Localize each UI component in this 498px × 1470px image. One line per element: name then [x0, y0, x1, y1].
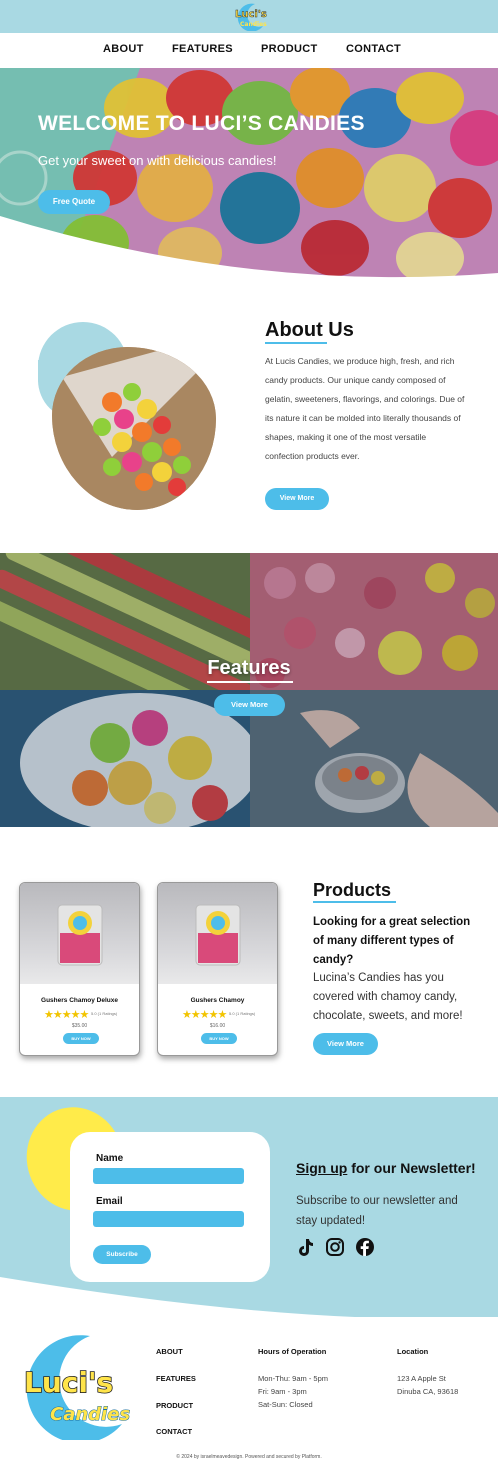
product-price: $16.00 [209, 1023, 226, 1029]
hero-candy-image [0, 68, 498, 283]
instagram-icon[interactable] [325, 1237, 345, 1257]
newsletter-body: Subscribe to our newsletter and stay upd… [296, 1195, 458, 1227]
rating-stars-icon: ★★★★★ [44, 1009, 89, 1021]
location-city: Dinuba CA, 93618 [397, 1387, 459, 1396]
products-view-more-button[interactable]: View More [313, 1033, 378, 1055]
nav-features[interactable]: FEATURES [172, 43, 233, 55]
features-view-more-button[interactable]: View More [214, 694, 285, 716]
features-collage-image [0, 553, 498, 827]
hours-fri: Fri: 9am - 3pm [258, 1387, 307, 1396]
newsletter-heading: Sign up for our Newsletter! [296, 1160, 476, 1176]
product-name: Gushers Chamoy Deluxe [41, 997, 118, 1004]
nav-contact[interactable]: CONTACT [346, 43, 401, 55]
about-heading: About Us [265, 319, 354, 341]
features-heading-underline [207, 681, 293, 683]
tiktok-icon[interactable] [295, 1237, 315, 1257]
rating-count: 5.0 (1 Ratings) [91, 1011, 118, 1016]
features-section: Features View More [0, 553, 498, 827]
product-card-2[interactable]: Gushers Chamoy ★★★★★ 5.0 (1 Ratings) $16… [157, 882, 278, 1056]
product-image [20, 883, 139, 984]
products-body: Lucina’s Candies has you covered with ch… [313, 972, 463, 1022]
email-input[interactable] [93, 1211, 244, 1227]
products-heading-underline [313, 901, 396, 903]
footer-link-features[interactable]: FEATURES [156, 1374, 196, 1383]
free-quote-button[interactable]: Free Quote [38, 190, 110, 214]
location-heading: Location [397, 1347, 429, 1356]
about-candy-image [52, 347, 216, 510]
svg-text:Luci's: Luci's [235, 9, 267, 20]
about-body: At Lucis Candies, we produce high, fresh… [265, 356, 465, 461]
hours-sat-sun: Sat-Sun: Closed [258, 1400, 313, 1409]
footer-link-about[interactable]: ABOUT [156, 1347, 183, 1356]
svg-text:Luci's: Luci's [24, 1366, 113, 1399]
rating-stars-icon: ★★★★★ [182, 1009, 227, 1021]
email-label: Email [96, 1196, 123, 1207]
product-price: $35.00 [71, 1023, 88, 1029]
hero-subtitle: Get your sweet on with delicious candies… [38, 153, 277, 168]
product-name: Gushers Chamoy [190, 997, 245, 1004]
name-input[interactable] [93, 1168, 244, 1184]
product-image [158, 883, 277, 984]
features-heading: Features [207, 657, 291, 679]
products-heading: Products [313, 880, 392, 900]
name-label: Name [96, 1153, 124, 1164]
hero-section: WELCOME TO LUCI’S CANDIES Get your sweet… [0, 68, 498, 283]
svg-text:Candies: Candies [240, 21, 267, 28]
hours-heading: Hours of Operation [258, 1347, 327, 1356]
about-view-more-button[interactable]: View More [265, 488, 329, 510]
newsletter-heading-underlined: Sign up [296, 1160, 348, 1176]
buy-now-button[interactable]: BUY NOW [201, 1033, 237, 1044]
main-nav: ABOUT FEATURES PRODUCT CONTACT [0, 33, 498, 68]
subscribe-button[interactable]: Subscribe [93, 1245, 151, 1264]
facebook-icon[interactable] [355, 1237, 375, 1257]
about-heading-underline [265, 342, 327, 344]
newsletter-heading-rest: for our Newsletter! [347, 1160, 476, 1176]
location-street: 123 A Apple St [397, 1374, 446, 1383]
brand-logo-small[interactable]: Luci's Candies [229, 2, 269, 31]
brand-logo-footer[interactable]: Luci's Candies [20, 1332, 130, 1440]
copyright-text: © 2024 by israelmeavedesign. Powered and… [176, 1454, 322, 1460]
footer-link-contact[interactable]: CONTACT [156, 1427, 192, 1436]
products-lead: Looking for a great selection of many di… [313, 916, 471, 966]
top-banner: Luci's Candies [0, 0, 498, 33]
nav-about[interactable]: ABOUT [103, 43, 144, 55]
rating-count: 5.0 (1 Ratings) [229, 1011, 256, 1016]
footer-link-product[interactable]: PRODUCT [156, 1401, 193, 1410]
product-card-1[interactable]: Gushers Chamoy Deluxe ★★★★★ 5.0 (1 Ratin… [19, 882, 140, 1056]
svg-text:Candies: Candies [50, 1404, 130, 1425]
buy-now-button[interactable]: BUY NOW [63, 1033, 99, 1044]
hours-mon-thu: Mon-Thu: 9am - 5pm [258, 1374, 329, 1383]
hero-title: WELCOME TO LUCI’S CANDIES [38, 112, 365, 135]
nav-product[interactable]: PRODUCT [261, 43, 318, 55]
